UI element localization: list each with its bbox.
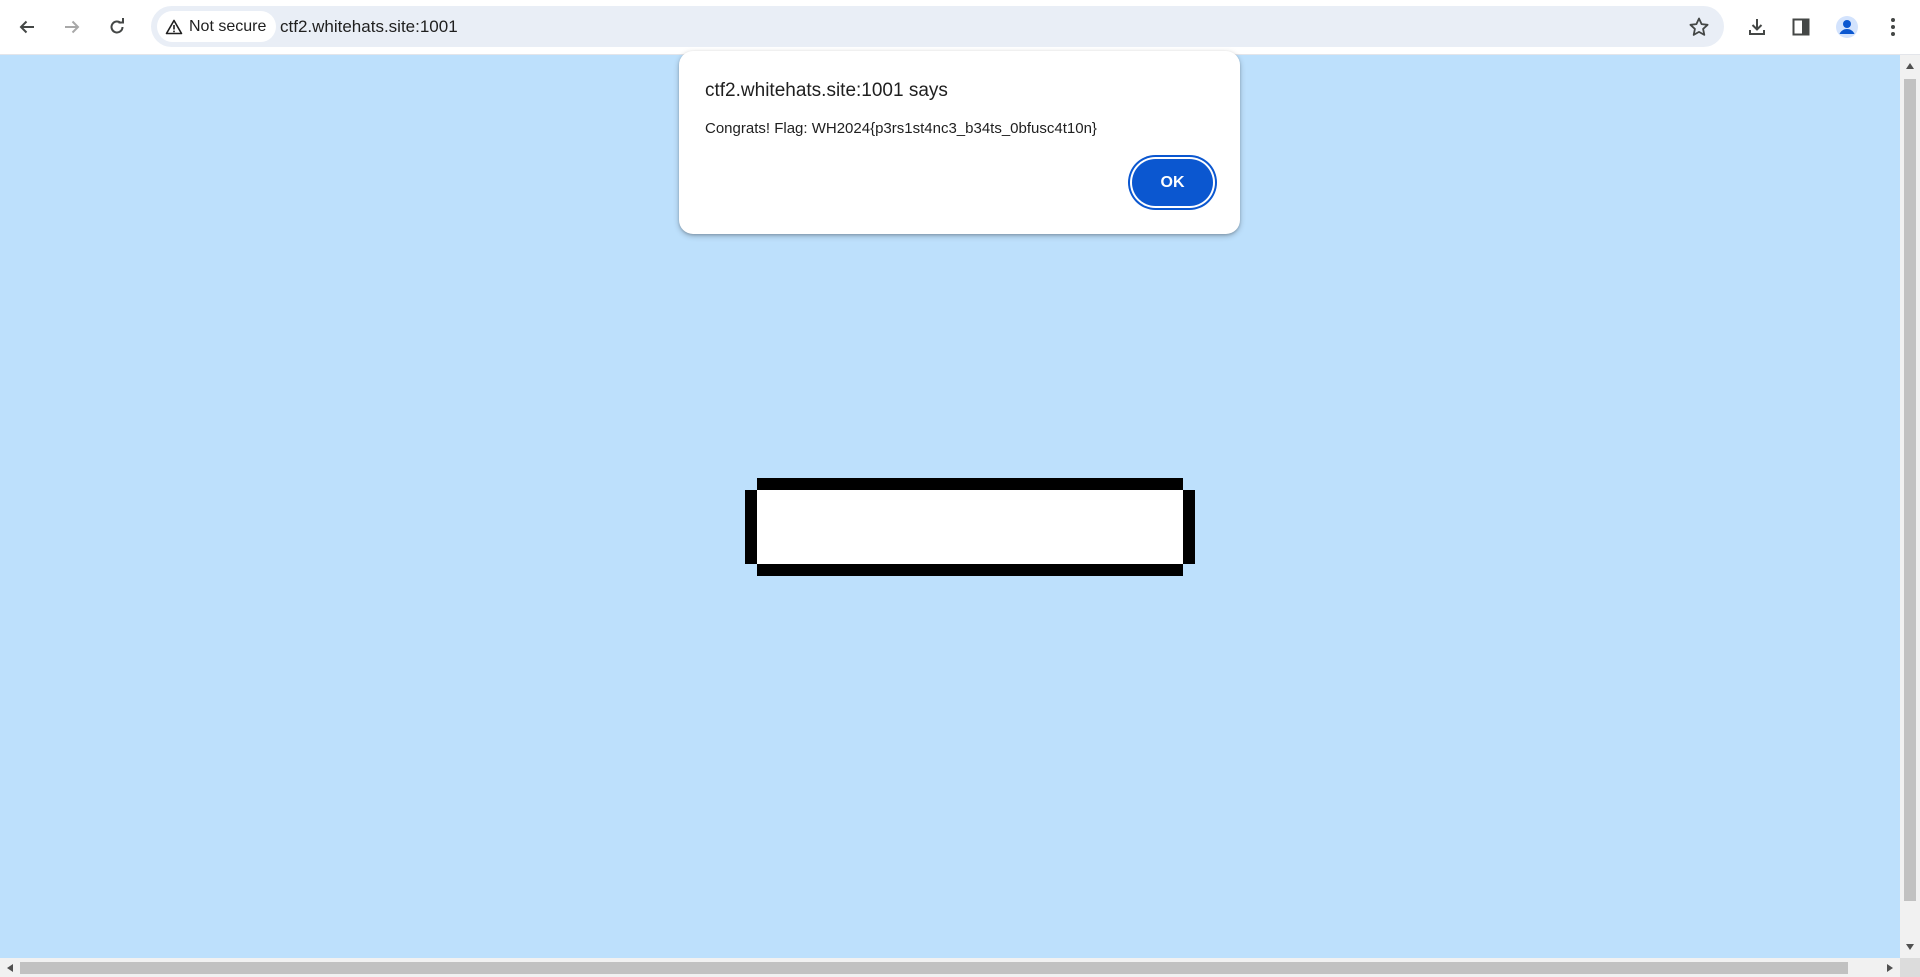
side-panel-button[interactable] bbox=[1782, 8, 1820, 46]
scroll-down-arrow-icon[interactable] bbox=[1906, 944, 1914, 950]
arrow-right-icon bbox=[65, 20, 80, 34]
text-box-interior[interactable] bbox=[757, 490, 1183, 564]
address-bar[interactable]: Not secure ctf2.whitehats.site:1001 bbox=[151, 6, 1724, 47]
profile-avatar-icon bbox=[1836, 16, 1858, 38]
browser-window: Not secure ctf2.whitehats.site:1001 ctf2… bbox=[0, 0, 1920, 977]
dialog-title: ctf2.whitehats.site:1001 says bbox=[705, 80, 948, 101]
scroll-left-arrow-icon[interactable] bbox=[7, 964, 13, 972]
side-panel-icon bbox=[1792, 18, 1810, 36]
arrow-left-icon bbox=[19, 20, 34, 34]
scrollbar-corner bbox=[1900, 958, 1920, 977]
text-box-border-right bbox=[1183, 490, 1195, 564]
text-box-border-left bbox=[745, 490, 757, 564]
security-chip[interactable]: Not secure bbox=[157, 11, 277, 42]
security-chip-label: Not secure bbox=[189, 17, 267, 35]
vertical-scroll-thumb[interactable] bbox=[1904, 79, 1916, 901]
warning-triangle-icon bbox=[165, 19, 183, 34]
star-icon bbox=[1689, 17, 1709, 36]
text-box-border-bottom bbox=[757, 564, 1183, 576]
profile-button[interactable] bbox=[1828, 8, 1866, 46]
ok-button[interactable]: OK bbox=[1132, 159, 1213, 206]
horizontal-scrollbar[interactable] bbox=[0, 958, 1900, 977]
download-icon bbox=[1749, 19, 1765, 35]
text-box-border-top bbox=[757, 478, 1183, 490]
downloads-button[interactable] bbox=[1738, 8, 1776, 46]
kebab-menu-icon bbox=[1891, 18, 1895, 36]
alert-dialog: ctf2.whitehats.site:1001 says Congrats! … bbox=[679, 51, 1240, 234]
reload-button[interactable] bbox=[98, 8, 136, 46]
dialog-message: Congrats! Flag: WH2024{p3rs1st4nc3_b34ts… bbox=[705, 120, 1097, 137]
browser-toolbar: Not secure ctf2.whitehats.site:1001 bbox=[0, 0, 1920, 55]
scroll-right-arrow-icon[interactable] bbox=[1887, 964, 1893, 972]
scroll-up-arrow-icon[interactable] bbox=[1906, 63, 1914, 69]
url-text[interactable]: ctf2.whitehats.site:1001 bbox=[280, 6, 458, 47]
horizontal-scroll-thumb[interactable] bbox=[20, 962, 1848, 974]
back-button[interactable] bbox=[8, 8, 46, 46]
bookmark-button[interactable] bbox=[1686, 14, 1712, 40]
menu-button[interactable] bbox=[1874, 8, 1912, 46]
pixel-text-box[interactable] bbox=[745, 478, 1195, 576]
forward-button[interactable] bbox=[53, 8, 91, 46]
vertical-scrollbar[interactable] bbox=[1900, 55, 1920, 958]
reload-icon bbox=[110, 18, 124, 34]
